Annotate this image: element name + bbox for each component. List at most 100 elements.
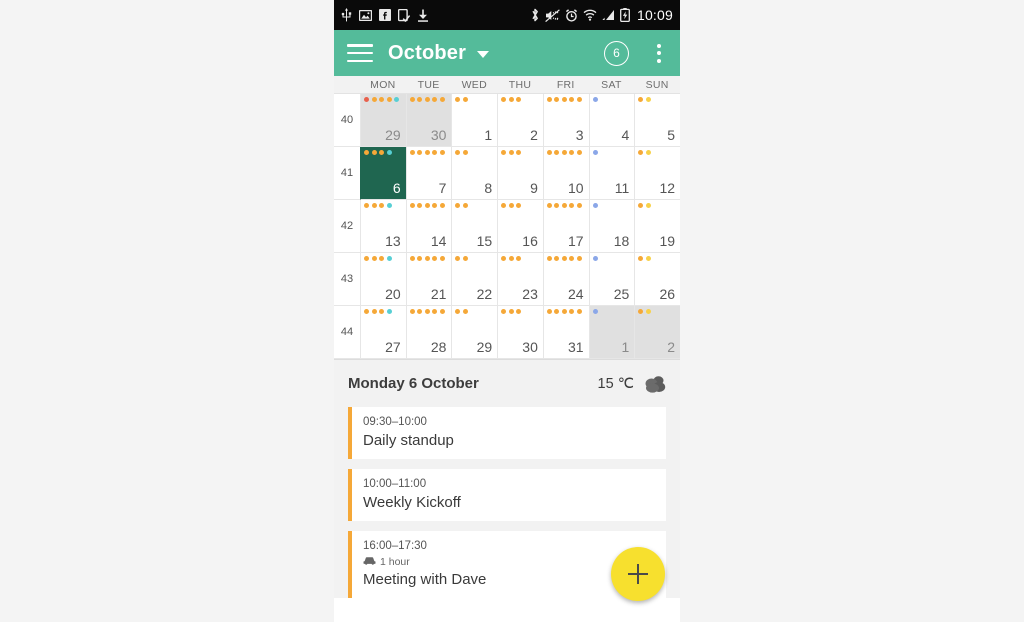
event-dot [455, 203, 461, 208]
event-dot [561, 309, 567, 314]
calendar-day-cell[interactable]: 19 [634, 200, 680, 253]
event-dot [638, 97, 644, 102]
event-dot [516, 203, 522, 208]
event-dots [455, 203, 494, 208]
event-dot [554, 97, 560, 102]
calendar-day-cell[interactable]: 20 [360, 253, 406, 306]
calendar-day-cell[interactable]: 12 [634, 147, 680, 200]
event-dot [569, 97, 575, 102]
calendar-day-cell[interactable]: 2 [497, 94, 543, 147]
event-dot [576, 97, 582, 102]
screenshot-image-icon [359, 9, 372, 21]
calendar-day-cell[interactable]: 10 [542, 147, 589, 200]
calendar-day-cell[interactable]: 5 [634, 94, 680, 147]
event-dot [501, 97, 507, 102]
calendar-day-cell[interactable]: 22 [451, 253, 498, 306]
event-dot [638, 203, 644, 208]
event-dot [386, 203, 392, 208]
week-number: 41 [334, 147, 360, 200]
event-dot [508, 309, 514, 314]
event-dot [417, 97, 423, 102]
event-dot [462, 309, 468, 314]
calendar-day-cell[interactable]: 2 [634, 306, 680, 359]
calendar-day-cell[interactable]: 13 [360, 200, 406, 253]
calendar-day-cell[interactable]: 21 [405, 253, 452, 306]
calendar-day-cell[interactable]: 1 [588, 306, 635, 359]
calendar-day-cell[interactable]: 26 [634, 253, 680, 306]
selected-day-header: Monday 6 October 15 ℃ [334, 360, 680, 407]
calendar-day-cell[interactable]: 29 [360, 94, 406, 147]
event-dot [645, 256, 651, 261]
calendar-day-cell[interactable]: 6 [360, 147, 406, 200]
event-dot [645, 309, 651, 314]
event-dots [364, 150, 403, 155]
calendar-day-cell[interactable]: 28 [405, 306, 452, 359]
event-dot [364, 309, 369, 314]
event-dot [462, 203, 468, 208]
event-dot [424, 256, 430, 261]
event-dot [386, 256, 392, 261]
calendar-day-cell[interactable]: 27 [360, 306, 406, 359]
event-dot [409, 309, 415, 314]
week-number: 43 [334, 253, 360, 306]
calendar-day-cell[interactable]: 29 [451, 306, 498, 359]
chevron-down-icon[interactable] [477, 51, 490, 58]
event-dot [364, 150, 369, 155]
event-dots [638, 309, 677, 314]
calendar-day-cell[interactable]: 16 [497, 200, 543, 253]
event-dot [546, 256, 552, 261]
calendar-day-cell[interactable]: 7 [405, 147, 452, 200]
facebook-icon [379, 9, 391, 21]
calendar-day-cell[interactable]: 1 [451, 94, 498, 147]
event-dot [645, 203, 651, 208]
day-number: 9 [530, 180, 538, 196]
calendar-day-cell[interactable]: 4 [588, 94, 635, 147]
event-dot [439, 150, 445, 155]
hamburger-menu-icon[interactable] [347, 44, 373, 62]
calendar-day-cell[interactable]: 18 [588, 200, 635, 253]
day-number: 16 [522, 233, 538, 249]
event-dot [554, 203, 560, 208]
today-button[interactable]: 6 [604, 40, 629, 66]
calendar-day-cell[interactable]: 11 [588, 147, 635, 200]
day-number: 17 [568, 233, 584, 249]
event-dot [386, 150, 392, 155]
event-dot [462, 256, 468, 261]
event-dots [455, 97, 494, 102]
event-dots [455, 150, 494, 155]
event-dot [364, 256, 369, 261]
event-dot [386, 309, 392, 314]
day-number: 30 [430, 127, 447, 143]
calendar-day-cell[interactable]: 25 [588, 253, 635, 306]
calendar-day-cell[interactable]: 8 [451, 147, 498, 200]
event-dot [546, 309, 552, 314]
event-dot [569, 309, 575, 314]
calendar-day-cell[interactable]: 14 [405, 200, 452, 253]
event-dot [417, 256, 423, 261]
event-card[interactable]: 09:30–10:00 Daily standup [348, 407, 666, 459]
calendar-day-cell[interactable]: 3 [542, 94, 589, 147]
calendar-day-cell[interactable]: 17 [542, 200, 589, 253]
event-dot [379, 150, 384, 155]
plus-icon-vertical [636, 564, 640, 584]
calendar-day-cell[interactable]: 23 [497, 253, 543, 306]
day-number: 24 [568, 286, 584, 302]
calendar-day-cell[interactable]: 15 [451, 200, 498, 253]
page-title[interactable]: October [388, 42, 466, 65]
usb-icon [341, 8, 352, 22]
event-dot [371, 203, 377, 208]
overflow-menu-icon[interactable] [651, 40, 667, 67]
add-event-fab[interactable] [611, 547, 665, 601]
calendar-day-cell[interactable]: 9 [497, 147, 543, 200]
event-dots [409, 309, 449, 314]
event-card[interactable]: 10:00–11:00 Weekly Kickoff [348, 469, 666, 521]
calendar-day-cell[interactable]: 30 [497, 306, 543, 359]
calendar-day-cell[interactable]: 30 [405, 94, 452, 147]
calendar-day-cell[interactable]: 31 [542, 306, 589, 359]
event-dots [455, 256, 494, 261]
day-number: 22 [476, 286, 493, 302]
day-number: 27 [385, 339, 401, 355]
event-dot [569, 203, 575, 208]
weekday-label-tue: TUE [417, 78, 440, 91]
calendar-day-cell[interactable]: 24 [542, 253, 589, 306]
